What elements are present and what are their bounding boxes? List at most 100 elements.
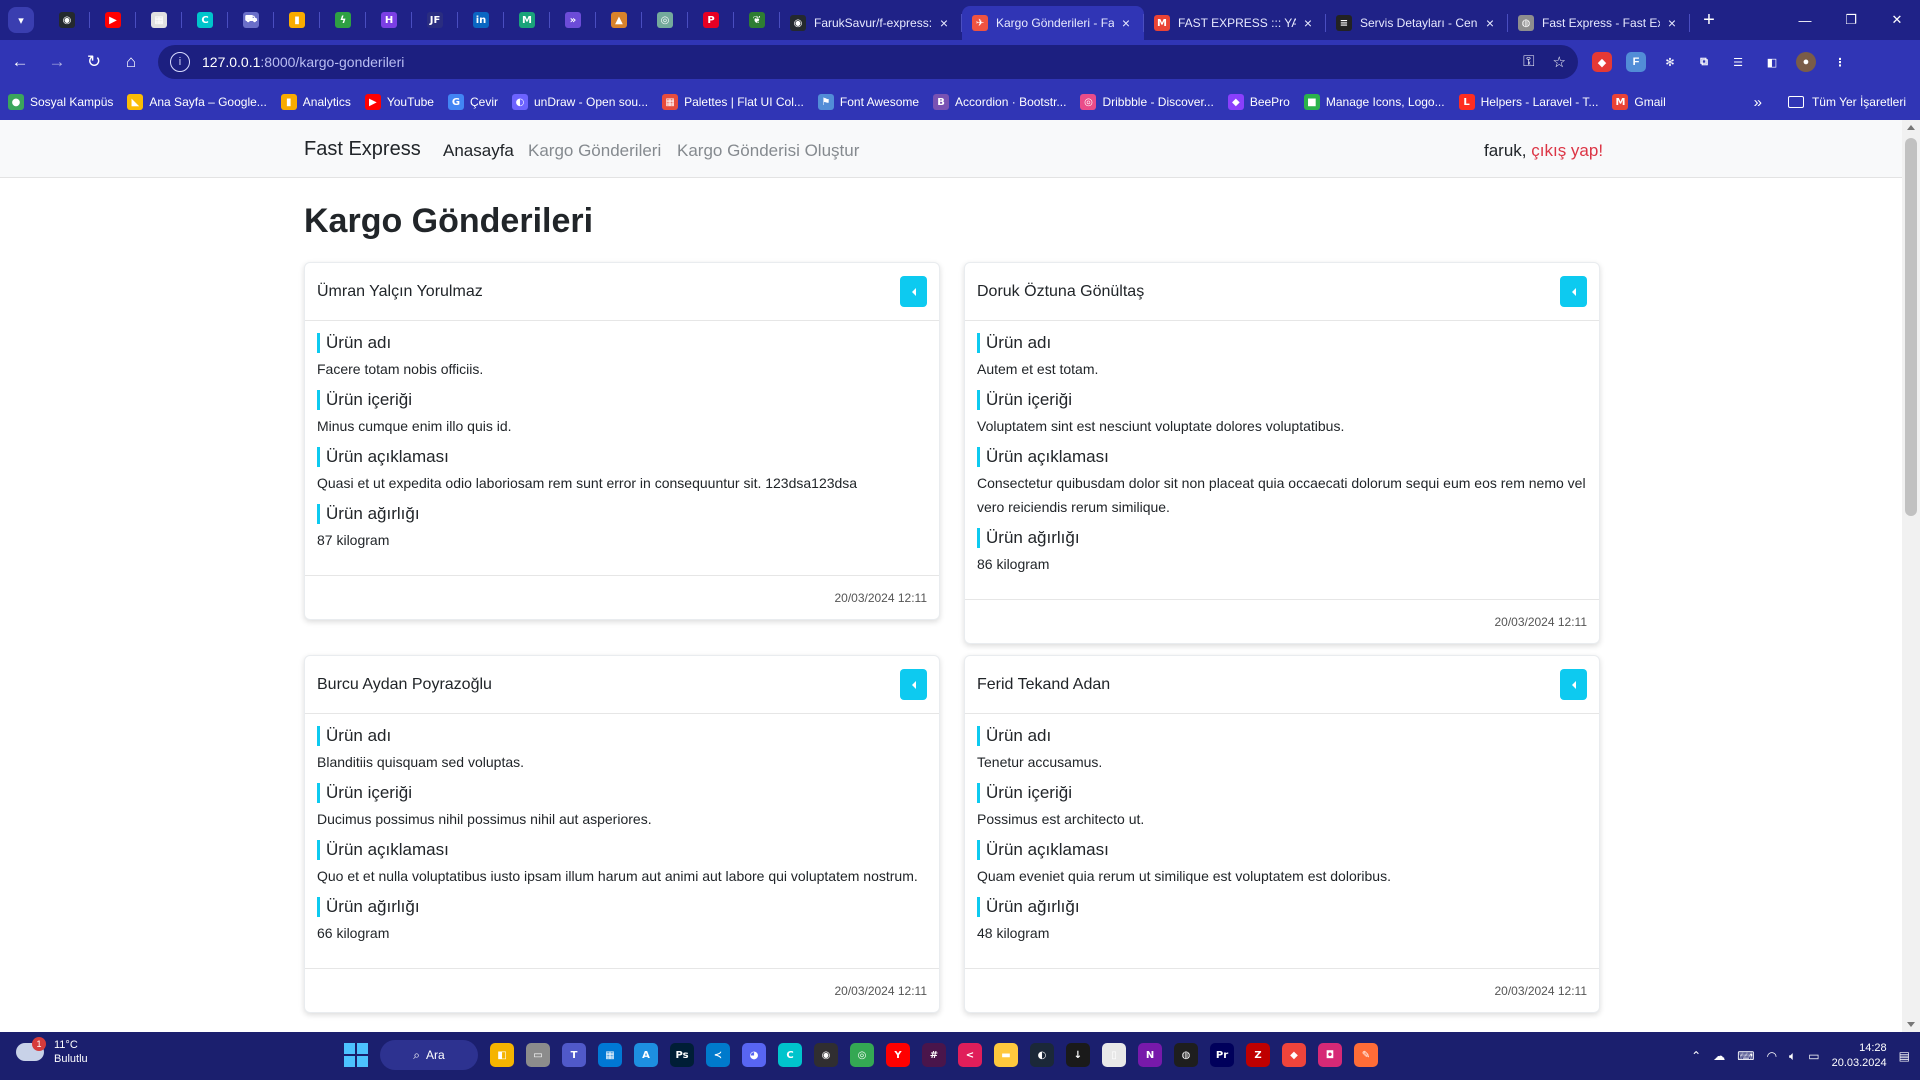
figma-icon[interactable]: ◍ [1174, 1043, 1198, 1067]
close-window-icon[interactable]: ✕ [1874, 0, 1920, 40]
browser-tab[interactable]: ≡ Servis Detayları - Cen × [1326, 6, 1508, 40]
pinned-tab[interactable]: ▮ [274, 0, 320, 40]
obs-icon[interactable]: ◉ [814, 1043, 838, 1067]
extension-shield-icon[interactable]: ◆ [1592, 52, 1612, 72]
volume-icon[interactable]: 🔈︎ [1789, 1049, 1796, 1064]
new-tab-button[interactable]: + [1694, 5, 1724, 35]
anydesk-icon[interactable]: ◆ [1282, 1043, 1306, 1067]
bookmark-item[interactable]: ● Sosyal Kampüs [8, 94, 113, 110]
card-action-button[interactable] [1560, 669, 1587, 700]
notification-center-icon[interactable]: ▤ [1899, 1049, 1910, 1063]
close-tab-icon[interactable]: × [1300, 15, 1316, 31]
yandex-icon[interactable]: Y [886, 1043, 910, 1067]
home-icon[interactable]: ⌂ [114, 45, 148, 79]
profile-avatar[interactable]: ● [1796, 52, 1816, 72]
pinned-tab[interactable]: ▦ [136, 0, 182, 40]
onenote-icon[interactable]: N [1138, 1043, 1162, 1067]
bookmark-item[interactable]: ◆ BeePro [1227, 94, 1290, 110]
onedrive-icon[interactable]: ☁ [1713, 1049, 1725, 1063]
premiere-icon[interactable]: Pr [1210, 1043, 1234, 1067]
pinned-tab[interactable]: JF [412, 0, 458, 40]
minimize-icon[interactable]: — [1782, 0, 1828, 40]
instagram-icon[interactable]: ◘ [1318, 1043, 1342, 1067]
browser-tab[interactable]: ◍ Fast Express - Fast Ex × [1508, 6, 1690, 40]
widgets-icon[interactable]: ◧ [490, 1043, 514, 1067]
close-tab-icon[interactable]: × [936, 15, 952, 31]
bookmark-item[interactable]: B Accordion · Bootstr... [933, 94, 1066, 110]
bookmark-item[interactable]: L Helpers - Laravel - T... [1458, 94, 1598, 110]
wifi-icon[interactable]: ◠ [1767, 1049, 1777, 1063]
close-tab-icon[interactable]: × [1118, 15, 1134, 31]
browser-menu-icon[interactable]: ⋮ [1830, 52, 1850, 72]
pinned-tab[interactable]: H [366, 0, 412, 40]
vscode-icon[interactable]: ≺ [706, 1043, 730, 1067]
chrome-icon[interactable]: ◎ [850, 1043, 874, 1067]
side-panel-icon[interactable]: ◧ [1762, 52, 1782, 72]
nav-link-shipments[interactable]: Kargo Gönderileri [528, 141, 661, 161]
extension-fa-icon[interactable]: F [1626, 52, 1646, 72]
canva-icon[interactable]: C [778, 1043, 802, 1067]
bookmark-item[interactable]: ⚑ Font Awesome [817, 94, 919, 110]
pinned-tab[interactable]: ▲ [596, 0, 642, 40]
logout-link[interactable]: çıkış yap! [1531, 141, 1603, 160]
nav-link-home[interactable]: Anasayfa [443, 141, 514, 161]
app-store-icon[interactable]: A [634, 1043, 658, 1067]
bookmark-item[interactable]: ◎ Dribbble - Discover... [1080, 94, 1214, 110]
card-action-button[interactable] [900, 669, 927, 700]
restore-icon[interactable]: ❐ [1828, 0, 1874, 40]
pinned-tab[interactable]: ϟ [320, 0, 366, 40]
bookmark-item[interactable]: ▶ YouTube [364, 94, 434, 110]
scroll-down-icon[interactable] [1907, 1022, 1915, 1027]
page-scrollbar[interactable] [1902, 120, 1920, 1032]
pinned-tab[interactable]: ⛟ [228, 0, 274, 40]
pinned-tab[interactable]: P [688, 0, 734, 40]
extension-react-icon[interactable]: ✻ [1660, 52, 1680, 72]
battery-icon[interactable]: ▭ [1808, 1049, 1819, 1063]
system-clock[interactable]: 14:28 20.03.2024 [1832, 1041, 1887, 1071]
pinned-tab[interactable]: ▶ [90, 0, 136, 40]
more-bookmarks-icon[interactable]: » [1754, 94, 1762, 111]
file-explorer-icon[interactable]: ▭ [526, 1043, 550, 1067]
steam-icon[interactable]: ◐ [1030, 1043, 1054, 1067]
tray-chevron-icon[interactable]: ⌃ [1691, 1049, 1701, 1063]
pinned-tab[interactable]: M [504, 0, 550, 40]
discord-icon[interactable]: ◕ [742, 1043, 766, 1067]
bookmark-item[interactable]: ◣ Ana Sayfa – Google... [127, 94, 267, 110]
scroll-up-icon[interactable] [1907, 125, 1915, 130]
browser-tab[interactable]: M FAST EXPRESS ::: YAZI × [1144, 6, 1326, 40]
share-icon[interactable]: < [958, 1043, 982, 1067]
start-menu-icon[interactable] [344, 1043, 368, 1067]
weather-widget[interactable]: 1 11°C Bulutlu [16, 1037, 88, 1066]
postman-icon[interactable]: ✎ [1354, 1043, 1378, 1067]
download-icon[interactable]: ↓ [1066, 1043, 1090, 1067]
card-action-button[interactable] [1560, 276, 1587, 307]
browser-tab[interactable]: ◉ FarukSavur/f-express: × [780, 6, 962, 40]
scroll-thumb[interactable] [1905, 138, 1917, 516]
notepad-icon[interactable]: ▯ [1102, 1043, 1126, 1067]
pinned-tab[interactable]: ❦ [734, 0, 780, 40]
teams-icon[interactable]: T [562, 1043, 586, 1067]
slack-icon[interactable]: # [922, 1043, 946, 1067]
forward-icon[interactable]: → [40, 45, 74, 79]
pinned-tab[interactable]: » [550, 0, 596, 40]
card-action-button[interactable] [900, 276, 927, 307]
bookmark-item[interactable]: M Gmail [1612, 94, 1666, 110]
nav-link-create-shipment[interactable]: Kargo Gönderisi Oluştur [677, 141, 859, 161]
bookmark-item[interactable]: G Çevir [447, 94, 498, 110]
back-icon[interactable]: ← [3, 45, 37, 79]
close-tab-icon[interactable]: × [1482, 15, 1498, 31]
password-key-icon[interactable]: ⚿ [1523, 53, 1534, 71]
close-tab-icon[interactable]: × [1664, 15, 1680, 31]
folder-icon[interactable]: ▬ [994, 1043, 1018, 1067]
bookmark-item[interactable]: ◐ unDraw - Open sou... [512, 94, 648, 110]
browser-tab[interactable]: ✈ Kargo Gönderileri - Fa × [962, 6, 1144, 40]
pinned-tab[interactable]: C [182, 0, 228, 40]
pinned-tab[interactable]: in [458, 0, 504, 40]
store-icon[interactable]: ▦ [598, 1043, 622, 1067]
address-bar[interactable]: i 127.0.0.1:8000/kargo-gonderileri ⚿ ☆ [158, 45, 1578, 79]
reload-icon[interactable]: ↻ [77, 45, 111, 79]
keyboard-icon[interactable]: ⌨ [1737, 1049, 1754, 1063]
bookmark-item[interactable]: ▦ Palettes | Flat UI Col... [662, 94, 804, 110]
bookmark-star-icon[interactable]: ☆ [1553, 53, 1566, 71]
media-control-icon[interactable]: ☰ [1728, 52, 1748, 72]
